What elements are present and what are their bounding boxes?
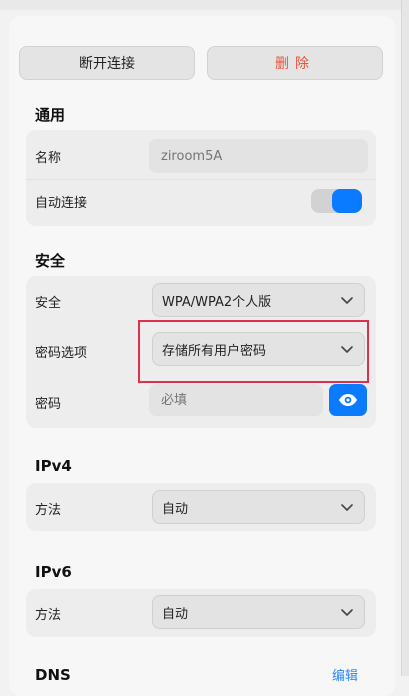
section-title-dns: DNS [35,666,71,684]
security-type-select[interactable]: WPA/WPA2个人版 [152,283,365,317]
ipv6-method-value: 自动 [162,606,189,622]
name-input[interactable] [149,139,368,173]
disconnect-button[interactable]: 断开连接 [19,46,195,80]
ipv6-method-select[interactable]: 自动 [152,595,365,629]
name-label: 名称 [35,151,62,166]
ipv6-method-label: 方法 [35,608,62,623]
background-window-edge [401,0,409,676]
section-title-general: 通用 [35,106,66,124]
ipv4-method-value: 自动 [162,501,189,517]
password-label: 密码 [35,397,62,412]
section-title-ipv6: IPv6 [35,563,72,581]
chevron-down-icon [341,609,353,616]
password-input[interactable] [149,384,323,416]
highlight-box [138,320,369,383]
section-title-ipv4: IPv4 [35,457,72,475]
dns-edit-link[interactable]: 编辑 [332,665,358,684]
section-title-security: 安全 [35,252,66,270]
auto-connect-label: 自动连接 [35,196,88,211]
chevron-down-icon [341,297,353,304]
security-type-value: WPA/WPA2个人版 [162,294,272,310]
password-options-label: 密码选项 [35,346,88,361]
security-type-label: 安全 [35,296,62,311]
delete-button[interactable]: 删除 [207,46,383,80]
row-divider [26,179,376,180]
eye-icon [339,394,357,406]
auto-connect-toggle[interactable] [311,189,362,213]
toggle-knob [332,189,362,213]
show-password-button[interactable] [329,384,367,416]
window-top-edge [0,0,409,10]
ipv4-method-label: 方法 [35,503,62,518]
chevron-down-icon [341,504,353,511]
ipv4-method-select[interactable]: 自动 [152,490,365,524]
